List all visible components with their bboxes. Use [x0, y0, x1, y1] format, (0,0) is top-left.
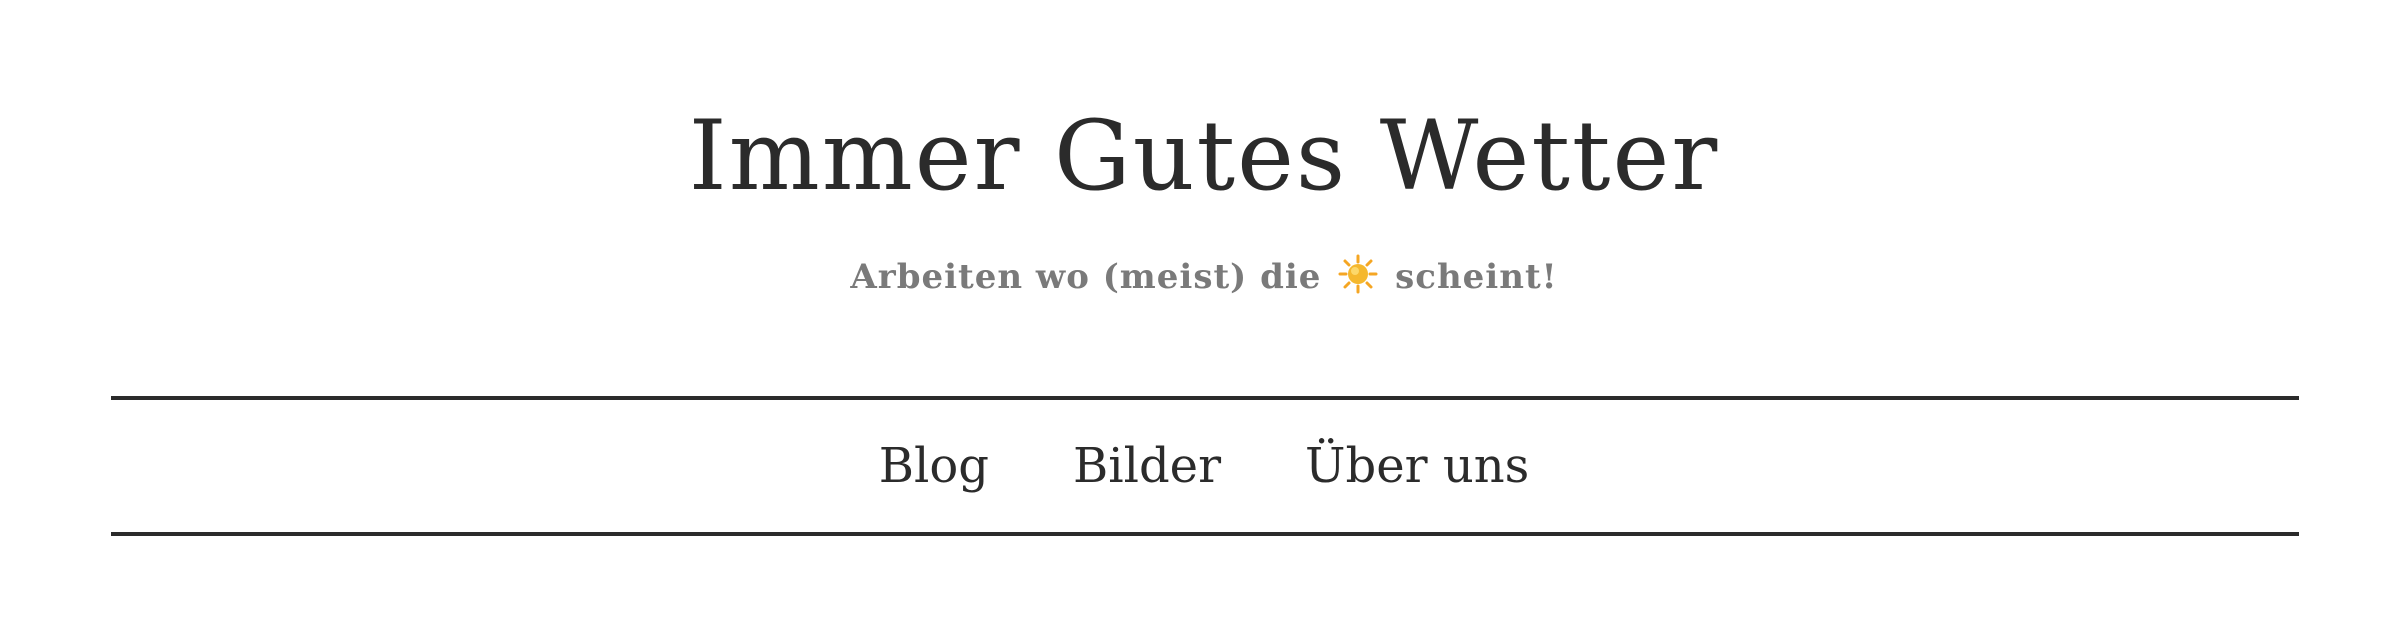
- site-header: Immer Gutes Wetter Arbeiten wo (meist) d…: [0, 0, 2408, 642]
- tagline-text-end: scheint!: [1395, 257, 1558, 297]
- nav-bottom-divider: [111, 532, 2299, 536]
- tagline-text-start: Arbeiten wo (meist) die: [850, 257, 1322, 297]
- main-nav: Blog Bilder Über uns: [0, 400, 2408, 532]
- nav-item-bilder[interactable]: Bilder: [1073, 436, 1221, 496]
- nav-item-ueber-uns[interactable]: Über uns: [1305, 436, 1529, 496]
- site-tagline: Arbeiten wo (meist) die scheint!: [0, 252, 2408, 302]
- nav-item-blog[interactable]: Blog: [879, 436, 989, 496]
- sun-icon: [1338, 254, 1378, 294]
- site-title[interactable]: Immer Gutes Wetter: [0, 96, 2408, 216]
